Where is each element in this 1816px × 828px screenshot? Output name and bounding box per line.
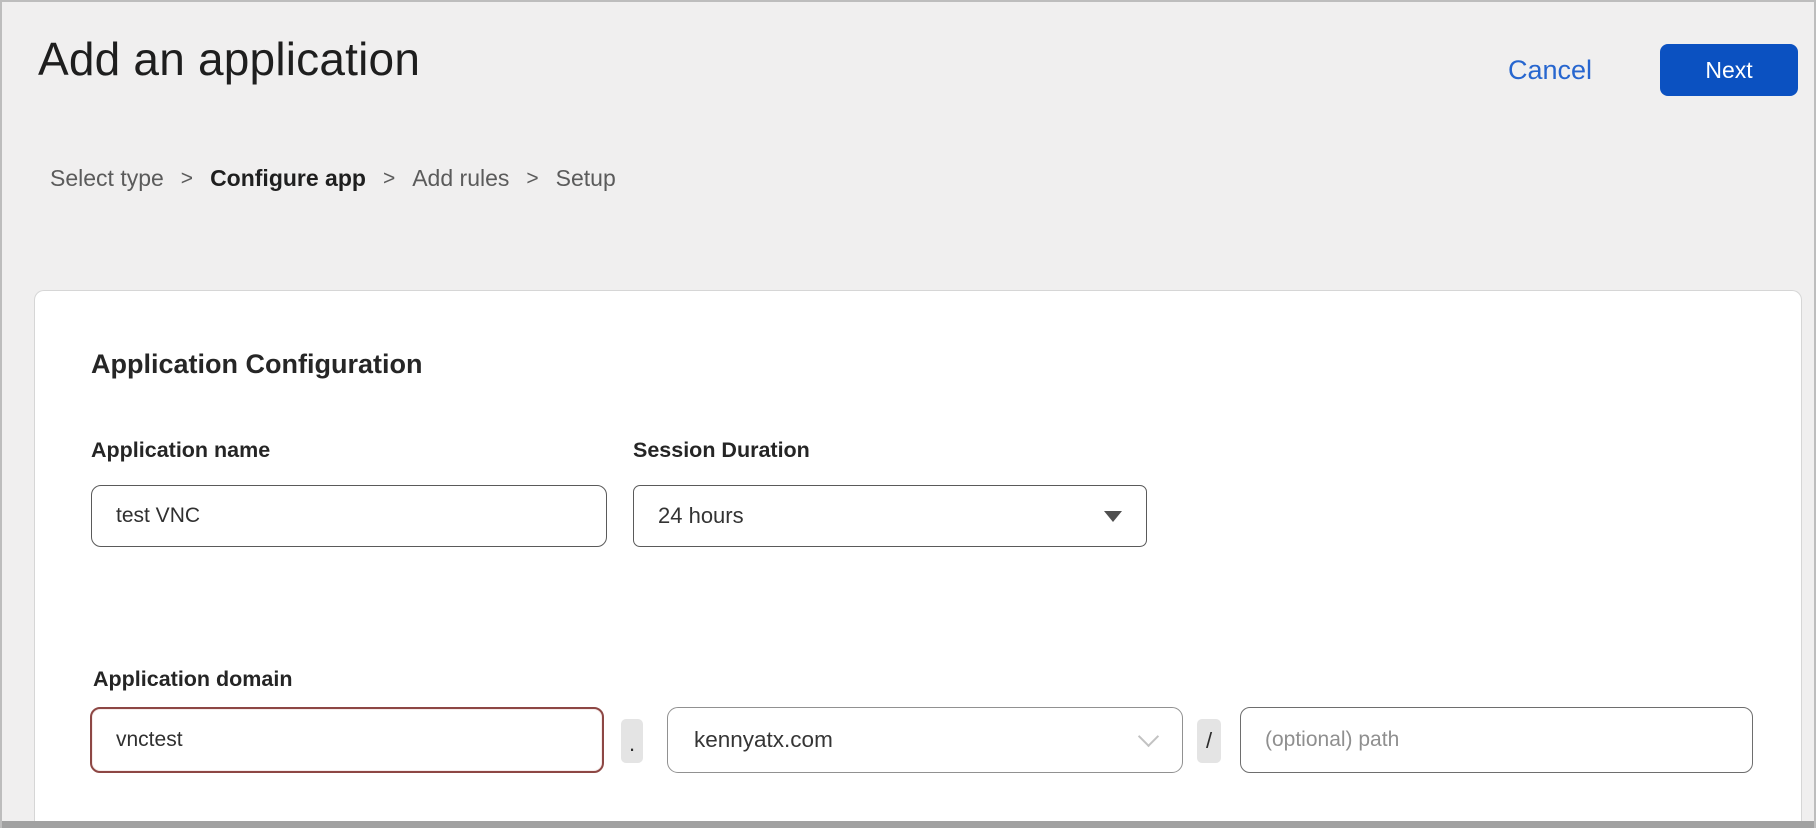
header-actions: Cancel Next xyxy=(1508,44,1798,96)
breadcrumb-step-configure-app[interactable]: Configure app xyxy=(210,165,366,192)
page-title: Add an application xyxy=(38,32,420,86)
session-duration-label: Session Duration xyxy=(633,438,810,463)
breadcrumb: Select type > Configure app > Add rules … xyxy=(50,165,616,192)
session-duration-select[interactable]: 24 hours xyxy=(633,485,1147,547)
dot-separator: . xyxy=(621,719,643,763)
domain-select[interactable]: kennyatx.com xyxy=(667,707,1183,773)
caret-down-icon xyxy=(1104,511,1122,522)
cancel-button[interactable]: Cancel xyxy=(1508,55,1592,86)
breadcrumb-separator: > xyxy=(181,167,193,191)
breadcrumb-step-add-rules[interactable]: Add rules xyxy=(412,165,509,192)
subdomain-input[interactable] xyxy=(90,707,604,773)
window-bottom-edge xyxy=(2,821,1814,828)
slash-separator: / xyxy=(1197,719,1221,763)
chevron-down-icon xyxy=(1138,725,1159,746)
application-domain-label: Application domain xyxy=(93,667,292,692)
breadcrumb-separator: > xyxy=(383,167,395,191)
domain-select-value: kennyatx.com xyxy=(694,727,833,753)
next-button[interactable]: Next xyxy=(1660,44,1798,96)
session-duration-value: 24 hours xyxy=(658,503,744,529)
breadcrumb-separator: > xyxy=(526,167,538,191)
add-application-page: Add an application Cancel Next Select ty… xyxy=(0,0,1816,828)
breadcrumb-step-select-type[interactable]: Select type xyxy=(50,165,164,192)
application-name-label: Application name xyxy=(91,438,270,463)
application-configuration-card: Application Configuration Application na… xyxy=(34,290,1802,824)
application-name-input[interactable] xyxy=(91,485,607,547)
section-title: Application Configuration xyxy=(91,349,422,380)
path-input[interactable] xyxy=(1240,707,1753,773)
breadcrumb-step-setup[interactable]: Setup xyxy=(556,165,616,192)
